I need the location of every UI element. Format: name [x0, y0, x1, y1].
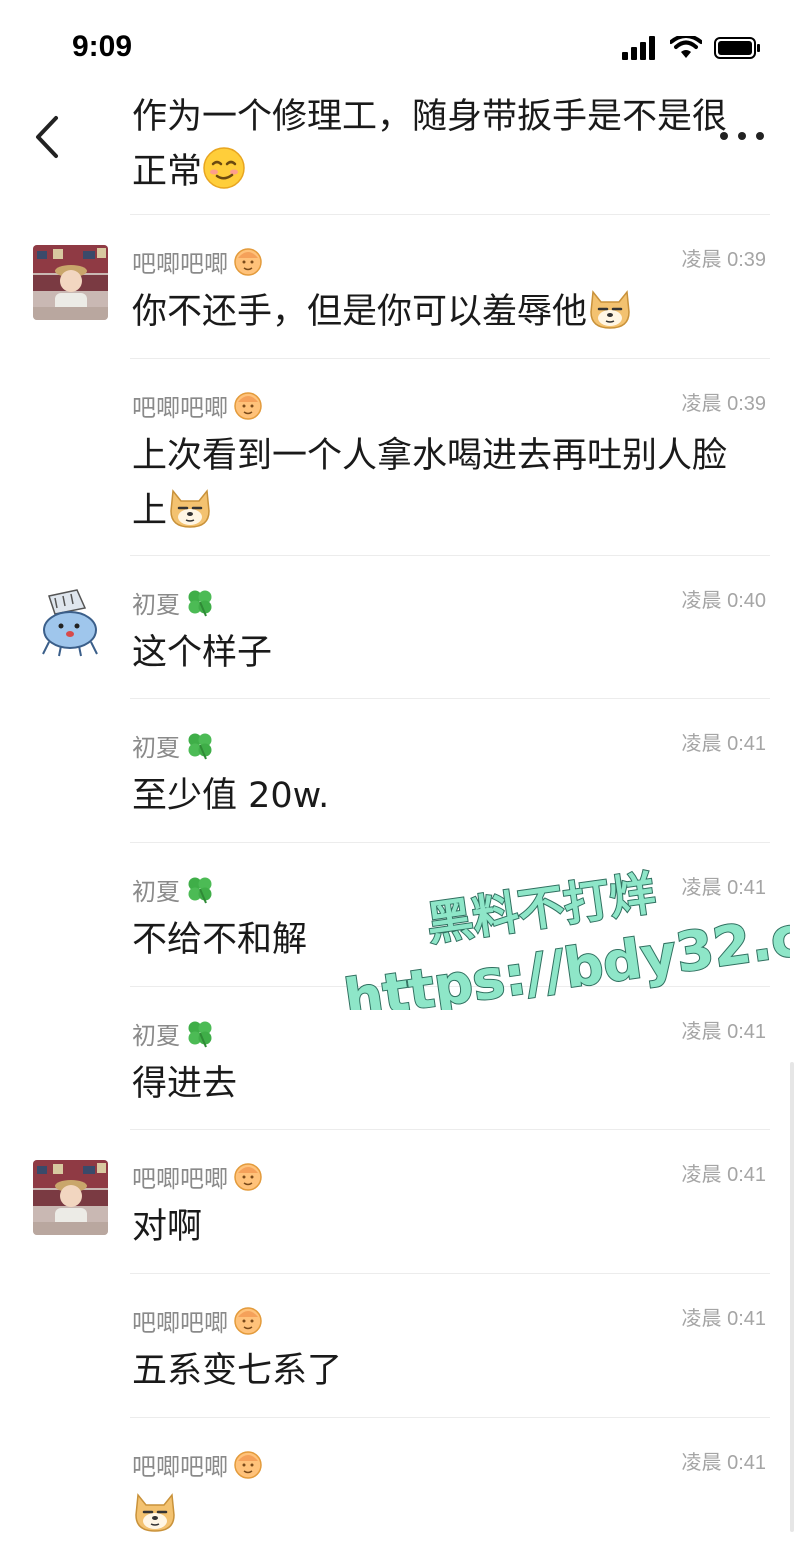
level-badge-icon [234, 1163, 262, 1191]
baby-photo-image [33, 1160, 108, 1235]
message-text: 对啊 [132, 1207, 203, 1247]
message-time: 凌晨 0:41 [681, 1164, 766, 1186]
level-badge-icon [234, 1307, 262, 1335]
sender-name[interactable]: 初夏 [132, 1016, 180, 1051]
clover-icon [188, 1021, 212, 1048]
status-bar: 9:09 [0, 0, 800, 90]
message-time: 凌晨 0:41 [681, 1452, 766, 1474]
message-item[interactable]: 吧唧吧唧 凌晨 0:41 [0, 1418, 800, 1558]
message-text: 不给不和解 [132, 920, 308, 960]
clover-icon [188, 877, 212, 904]
message-text [132, 1488, 752, 1543]
message-time: 凌晨 0:39 [681, 393, 766, 415]
clover-icon [188, 590, 212, 617]
message-text: 五系变七系了 [132, 1351, 343, 1391]
sender-name[interactable]: 吧唧吧唧 [132, 1159, 228, 1194]
smirk-emoji-icon [203, 147, 245, 189]
message-time: 凌晨 0:41 [681, 1308, 766, 1330]
message-item[interactable]: 吧唧吧唧 凌晨 0:41 五系变七系了 [0, 1274, 800, 1418]
sender-row: 初夏 [132, 1015, 216, 1051]
battery-icon [714, 37, 760, 59]
status-time: 9:09 [72, 30, 133, 63]
message-item[interactable]: 吧唧吧唧 凌晨 0:39 你不还手，但是你可以羞辱他 [0, 215, 800, 359]
sender-name[interactable]: 初夏 [132, 872, 180, 907]
doge-emoji-icon [590, 290, 630, 329]
cartoon-sticker-image [33, 586, 108, 661]
back-icon[interactable] [30, 112, 70, 162]
sender-name[interactable]: 初夏 [132, 728, 180, 763]
level-badge-icon [234, 392, 262, 420]
message-time: 凌晨 0:40 [681, 590, 766, 612]
sender-name[interactable]: 吧唧吧唧 [132, 1447, 228, 1482]
clover-icon [188, 733, 212, 760]
message-item[interactable]: 初夏 凌晨 0:41 不给不和解 [0, 843, 800, 987]
message-text: 至少值 20w. [132, 776, 330, 816]
sender-row: 初夏 [132, 584, 216, 620]
thread-title: 作为一个修理工，随身带扳手是不是很正常 [132, 97, 728, 192]
message-text: 得进去 [132, 1064, 238, 1104]
thread-header: 作为一个修理工，随身带扳手是不是很正常 [0, 90, 800, 215]
status-icons [622, 36, 762, 60]
level-badge-icon [234, 1451, 262, 1479]
sender-name[interactable]: 吧唧吧唧 [132, 388, 228, 423]
sender-row: 吧唧吧唧 [132, 1446, 264, 1482]
sender-name[interactable]: 吧唧吧唧 [132, 244, 228, 279]
message-time: 凌晨 0:39 [681, 249, 766, 271]
level-badge-icon [234, 248, 262, 276]
message-item[interactable]: 初夏 凌晨 0:41 至少值 20w. [0, 699, 800, 843]
signal-icon [622, 36, 655, 60]
wifi-icon [670, 36, 702, 58]
avatar-cartoon-sticker[interactable] [33, 586, 108, 661]
message-text: 上次看到一个人拿水喝进去再吐别人脸上 [132, 436, 728, 531]
sender-row: 吧唧吧唧 [132, 243, 264, 279]
message-item[interactable]: 初夏 凌晨 0:41 得进去 [0, 987, 800, 1130]
avatar-baby-photo[interactable] [33, 1160, 108, 1235]
sender-row: 吧唧吧唧 [132, 1158, 264, 1194]
sender-name[interactable]: 吧唧吧唧 [132, 1303, 228, 1338]
baby-photo-image [33, 245, 108, 320]
message-text: 这个样子 [132, 633, 273, 673]
doge-emoji-icon [135, 1493, 175, 1532]
sender-row: 初夏 [132, 871, 216, 907]
sender-row: 初夏 [132, 727, 216, 763]
sender-row: 吧唧吧唧 [132, 1302, 264, 1338]
message-time: 凌晨 0:41 [681, 733, 766, 755]
sender-name[interactable]: 初夏 [132, 585, 180, 620]
avatar-baby-photo[interactable] [33, 245, 108, 320]
scrollbar[interactable] [790, 1062, 794, 1532]
message-item[interactable]: 吧唧吧唧 凌晨 0:41 对啊 [0, 1130, 800, 1274]
doge-emoji-icon [170, 489, 210, 528]
message-text: 你不还手，但是你可以羞辱他 [132, 285, 752, 340]
message-list: 吧唧吧唧 凌晨 0:39 你不还手，但是你可以羞辱他 吧唧吧唧 凌晨 0:39 … [0, 215, 800, 1558]
message-item[interactable]: 初夏 凌晨 0:40 这个样子 [0, 556, 800, 699]
more-options-icon[interactable] [718, 126, 766, 146]
message-item[interactable]: 吧唧吧唧 凌晨 0:39 上次看到一个人拿水喝进去再吐别人脸上 [0, 359, 800, 556]
message-time: 凌晨 0:41 [681, 877, 766, 899]
message-time: 凌晨 0:41 [681, 1021, 766, 1043]
sender-row: 吧唧吧唧 [132, 387, 264, 423]
